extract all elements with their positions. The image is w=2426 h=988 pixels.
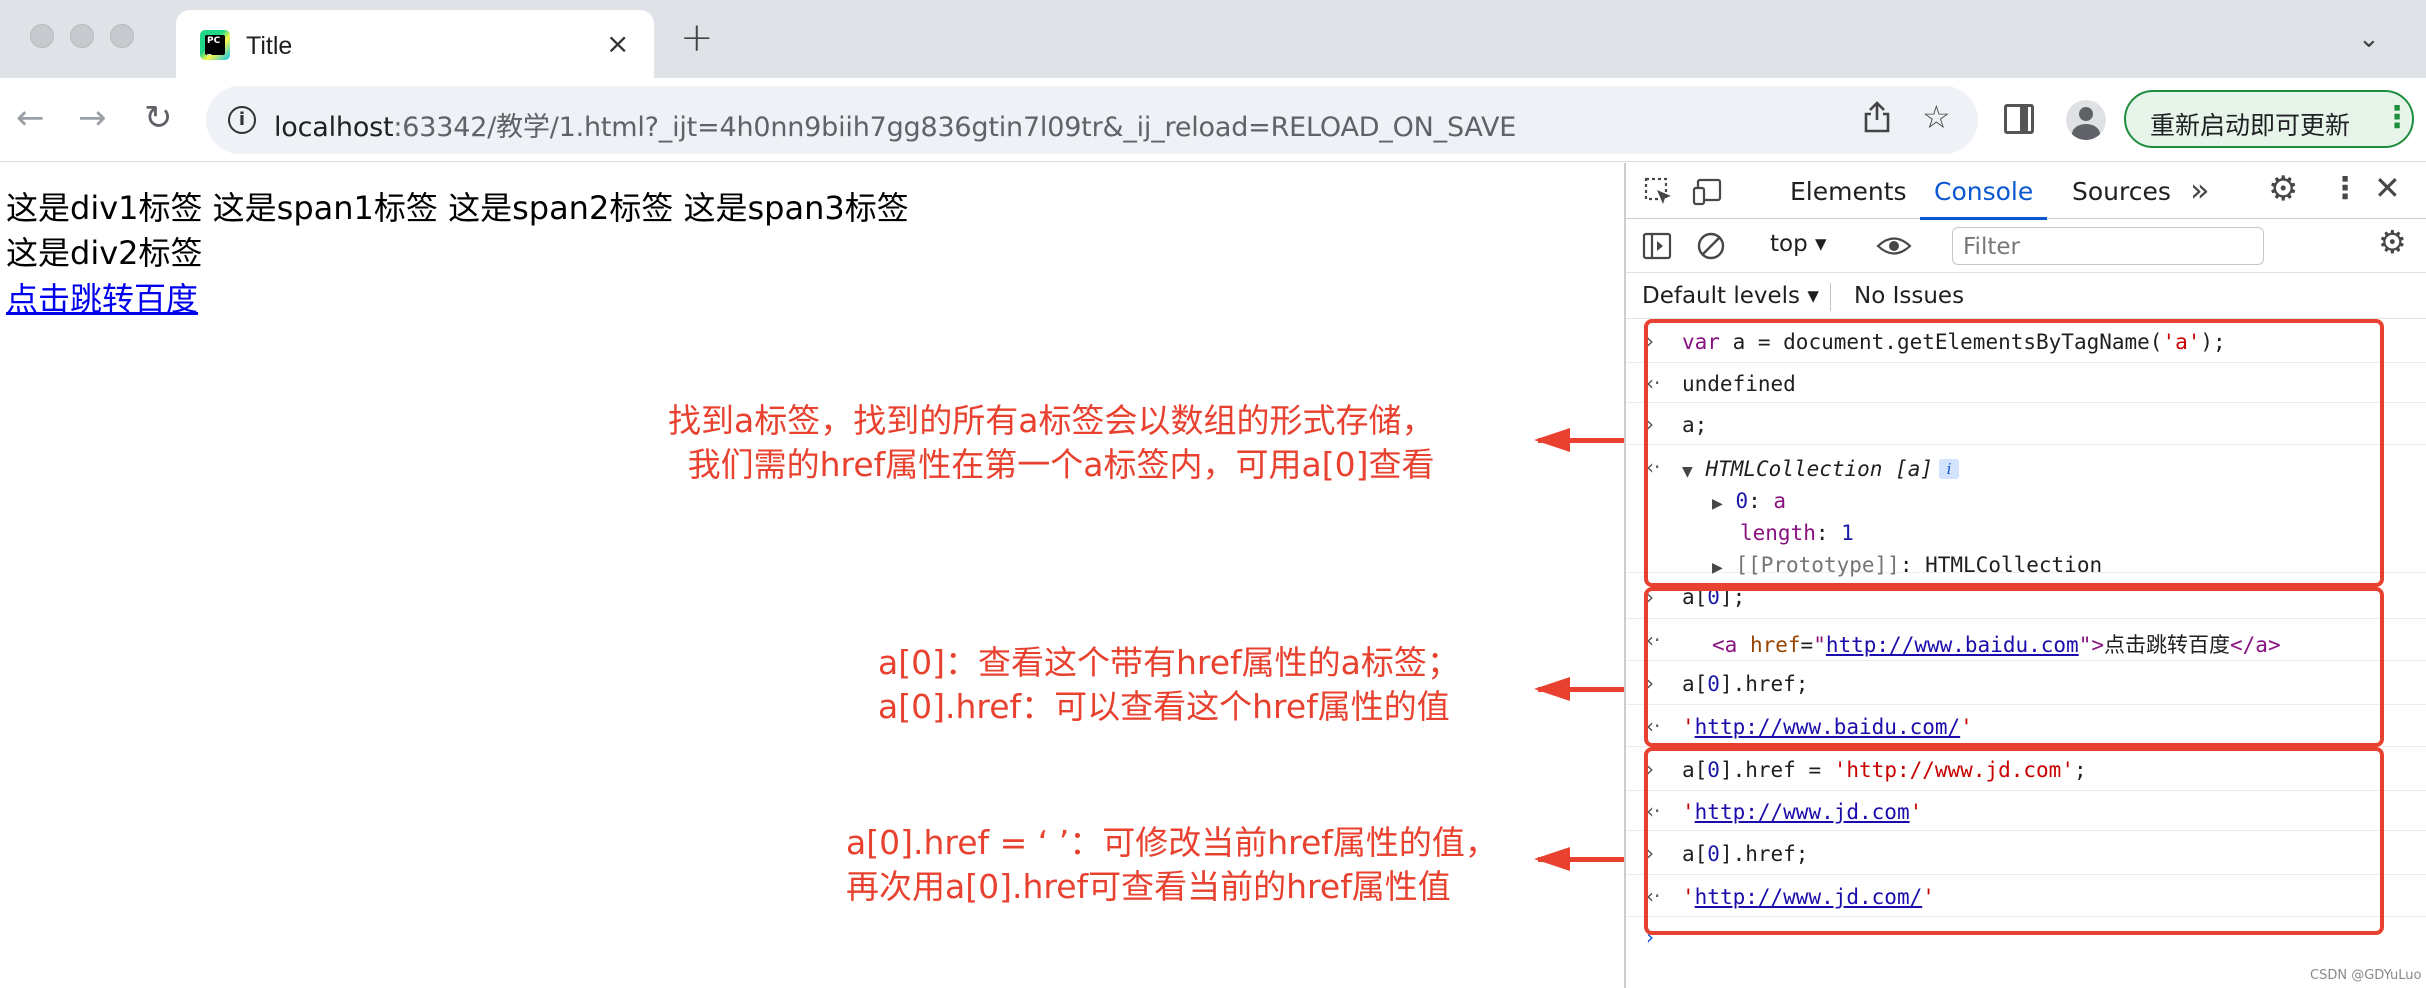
tab-strip: PC _ Title × + ⌄ [0, 0, 2426, 78]
tab-title: Title [246, 32, 293, 60]
tab-sources[interactable]: Sources [2072, 177, 2171, 206]
side-panel-icon[interactable] [2004, 104, 2034, 134]
live-expression-eye-icon[interactable] [1876, 231, 1912, 261]
devtools-menu-icon[interactable]: ⋮ [2330, 171, 2360, 206]
highlight-box-1 [1644, 319, 2384, 587]
sidebar-toggle-icon[interactable] [1642, 231, 1672, 261]
site-info-icon[interactable]: i [228, 106, 256, 134]
highlight-box-3 [1644, 747, 2384, 935]
browser-toolbar: ← → ↻ i localhost:63342/教学/1.html?_ijt=4… [0, 78, 2426, 162]
annotation-1-arrow [1534, 428, 1624, 452]
reload-icon[interactable]: ↻ [144, 98, 173, 138]
browser-tab[interactable]: PC _ Title × [176, 10, 654, 78]
share-icon[interactable] [1862, 100, 1892, 134]
divider [1830, 283, 1831, 311]
address-bar[interactable]: i localhost:63342/教学/1.html?_ijt=4h0nn9b… [206, 86, 1978, 154]
device-toolbar-icon[interactable] [1692, 177, 1724, 207]
console-settings-gear-icon[interactable]: ⚙ [2378, 223, 2407, 261]
devtools-tabbar: Elements Console Sources » ⚙ ⋮ ✕ [1626, 163, 2426, 220]
annotation-3-arrow [1534, 847, 1624, 871]
close-devtools-icon[interactable]: ✕ [2374, 169, 2401, 207]
update-button-label: 重新启动即可更新 [2150, 111, 2351, 140]
page-line-2: 这是div2标签 [6, 234, 203, 272]
tab-close-icon[interactable]: × [606, 27, 629, 60]
settings-gear-icon[interactable]: ⚙ [2268, 169, 2298, 209]
new-tab-button[interactable]: + [680, 18, 714, 58]
filter-input[interactable]: Filter [1952, 227, 2264, 265]
annotation-1: 找到a标签，找到的所有a标签会以数组的形式存储， 我们需的href属性在第一个a… [668, 401, 1435, 484]
forward-arrow-icon[interactable]: → [78, 98, 107, 138]
clear-console-icon[interactable] [1696, 231, 1726, 261]
issues-count[interactable]: No Issues [1854, 283, 1964, 309]
context-selector[interactable]: top ▾ [1770, 231, 1827, 257]
levels-bar: Default levels ▾ No Issues [1626, 273, 2426, 319]
default-levels-dropdown[interactable]: Default levels ▾ [1642, 283, 1819, 309]
more-tabs-chevron-icon[interactable]: » [2190, 171, 2210, 209]
annotation-3: a[0].href = ‘ ’：可修改当前href属性的值， 再次用a[0].h… [846, 823, 1498, 906]
zoom-window-button[interactable] [110, 24, 134, 48]
back-arrow-icon[interactable]: ← [16, 98, 45, 138]
close-window-button[interactable] [30, 24, 54, 48]
update-button[interactable]: 重新启动即可更新 ⋮ [2124, 90, 2414, 148]
more-menu-icon[interactable]: ⋮ [2382, 100, 2412, 135]
baidu-link[interactable]: 点击跳转百度 [6, 280, 198, 318]
watermark: CSDN @GDYuLuo [2310, 968, 2422, 983]
url-text[interactable]: localhost:63342/教学/1.html?_ijt=4h0nn9bii… [274, 105, 1516, 144]
annotation-2-arrow [1534, 677, 1624, 701]
tab-elements[interactable]: Elements [1790, 177, 1907, 206]
highlight-box-2 [1644, 587, 2384, 747]
bookmark-star-icon[interactable]: ☆ [1922, 98, 1951, 136]
page-line-1: 这是div1标签 这是span1标签 这是span2标签 这是span3标签 [6, 189, 909, 227]
pycharm-icon: PC _ [200, 30, 230, 60]
devtools-panel: Elements Console Sources » ⚙ ⋮ ✕ top ▾ F… [1624, 163, 2426, 988]
profile-avatar-icon[interactable] [2066, 100, 2106, 140]
web-page: 这是div1标签 这是span1标签 这是span2标签 这是span3标签 这… [0, 163, 1624, 988]
annotation-2: a[0]：查看这个带有href属性的a标签； a[0].href：可以查看这个h… [878, 643, 1460, 726]
tab-search-icon[interactable]: ⌄ [2358, 24, 2380, 54]
minimize-window-button[interactable] [70, 24, 94, 48]
tab-console[interactable]: Console [1919, 177, 2048, 220]
inspect-element-icon[interactable] [1644, 177, 1674, 207]
console-toolbar: top ▾ Filter ⚙ [1626, 219, 2426, 273]
